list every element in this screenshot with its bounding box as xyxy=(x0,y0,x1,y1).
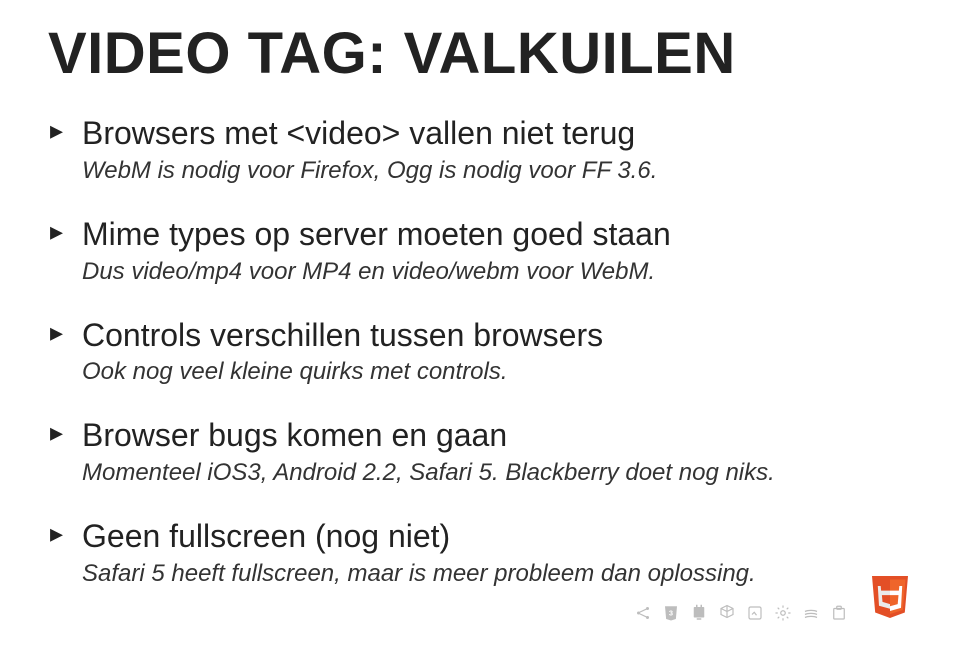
slide-title: VIDEO TAG: VALKUILEN xyxy=(48,20,912,87)
list-item: Browsers met <video> vallen niet terug W… xyxy=(48,115,912,186)
bullet-sub: Momenteel iOS3, Android 2.2, Safari 5. B… xyxy=(82,458,912,488)
footer: 3 xyxy=(634,574,912,627)
footer-icon-row: 3 xyxy=(634,604,848,627)
bullet-main: Geen fullscreen (nog niet) xyxy=(82,518,912,555)
gear-icon xyxy=(774,604,792,627)
slide: VIDEO TAG: VALKUILEN Browsers met <video… xyxy=(0,0,960,647)
bullet-sub: WebM is nodig voor Firefox, Ogg is nodig… xyxy=(82,156,912,186)
svg-text:3: 3 xyxy=(669,608,673,617)
css3-icon: 3 xyxy=(662,604,680,627)
connectivity-icon xyxy=(634,604,652,627)
list-item: Browser bugs komen en gaan Momenteel iOS… xyxy=(48,417,912,488)
bullet-main: Mime types op server moeten goed staan xyxy=(82,216,912,253)
bullet-sub: Ook nog veel kleine quirks met controls. xyxy=(82,357,912,387)
bullet-main: Browser bugs komen en gaan xyxy=(82,417,912,454)
list-item: Mime types op server moeten goed staan D… xyxy=(48,216,912,287)
bullet-sub: Dus video/mp4 voor MP4 en video/webm voo… xyxy=(82,257,912,287)
three-d-icon xyxy=(718,604,736,627)
semantics-icon xyxy=(802,604,820,627)
performance-icon xyxy=(746,604,764,627)
html5-logo-icon xyxy=(868,574,912,627)
bullet-main: Controls verschillen tussen browsers xyxy=(82,317,912,354)
offline-icon xyxy=(830,604,848,627)
list-item: Controls verschillen tussen browsers Ook… xyxy=(48,317,912,388)
bullet-main: Browsers met <video> vallen niet terug xyxy=(82,115,912,152)
bullet-list: Browsers met <video> vallen niet terug W… xyxy=(48,115,912,589)
device-icon xyxy=(690,604,708,627)
